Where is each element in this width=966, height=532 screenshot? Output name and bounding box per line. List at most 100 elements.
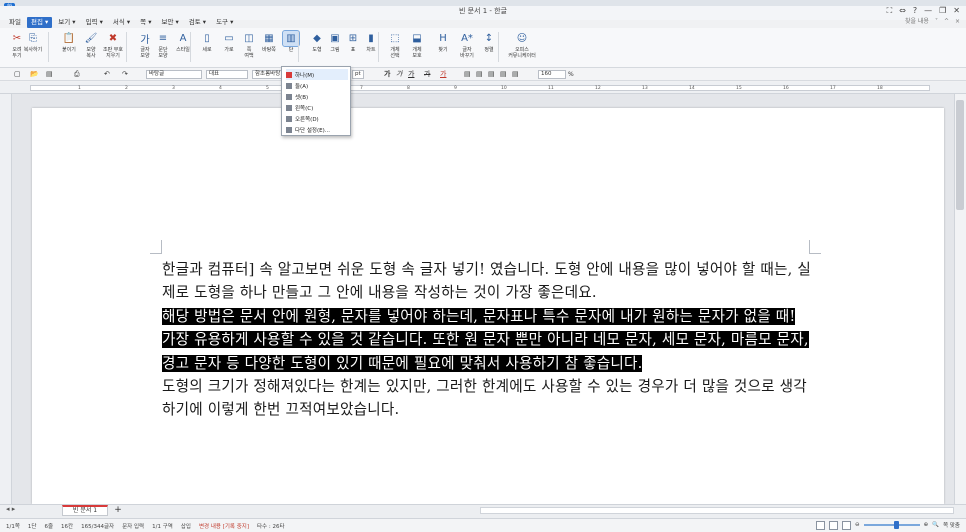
new-doc-icon[interactable]: ▢ (14, 70, 21, 79)
status-chars: 165/344글자 (81, 523, 115, 530)
print-icon[interactable]: ⎙ (74, 70, 80, 79)
add-tab-button[interactable]: + (112, 505, 124, 516)
bold-button[interactable]: 가 (384, 70, 390, 79)
ruler-tick: 18 (877, 86, 883, 91)
ribbon-label: 문단 모양 (158, 47, 168, 59)
underline-button[interactable]: 가 (408, 70, 414, 79)
document-body[interactable]: 한글과 컴퓨터] 속 알고보면 쉬운 도형 속 글자 넣기! 였습니다. 도형 … (162, 258, 812, 422)
clear-code-button[interactable]: ✖ 조판 부호 지우기 (102, 31, 124, 59)
fit-page-icon[interactable]: 🔍 (932, 522, 939, 528)
margin-button[interactable]: ◫ 쪽 여백 (238, 31, 260, 59)
columns-left-item[interactable]: 왼쪽(C) (286, 102, 348, 113)
status-insert-mode[interactable]: 삽입 (181, 522, 191, 530)
columns-dropdown: 하나(M) 둘(A) 셋(B) 왼쪽(C) 오른쪽(D) 다단 설정(E)... (281, 66, 351, 136)
margin-corner-left-h (150, 253, 162, 254)
status-page: 1/1쪽 (6, 523, 20, 530)
open-icon[interactable]: 📂 (30, 70, 39, 79)
menu-security[interactable]: 보안 ▾ (157, 17, 182, 28)
find-icon: H (439, 33, 447, 44)
format-copy-button[interactable]: 🖌 모양 복사 (80, 31, 102, 59)
landscape-icon: ▭ (224, 33, 234, 44)
columns-right-item[interactable]: 오른쪽(D) (286, 113, 348, 124)
zoom-slider-knob[interactable] (893, 521, 899, 529)
paragraph-1[interactable]: 한글과 컴퓨터] 속 알고보면 쉬운 도형 속 글자 넣기! 였습니다. 도형 … (162, 261, 811, 301)
view-normal-icon[interactable] (815, 520, 825, 530)
master-page-button[interactable]: ▦ 바탕쪽 (258, 31, 280, 53)
menu-edit[interactable]: 편집 ▾ (26, 16, 53, 28)
replace-button[interactable]: A* 글자 바꾸기 (456, 31, 478, 59)
language-select[interactable]: 대표 (206, 70, 248, 79)
zoom-out-icon[interactable]: ⊖ (855, 522, 860, 528)
save-icon[interactable]: ▤ (46, 70, 53, 79)
vertical-ruler (0, 94, 12, 504)
distribute-icon[interactable]: ▤ (512, 70, 519, 79)
landscape-button[interactable]: ▭ 가로 (218, 31, 240, 53)
columns-one-item[interactable]: 하나(M) (286, 69, 348, 80)
tab-nav-arrows[interactable]: ◂ ▸ (6, 505, 15, 513)
right-column-icon (286, 115, 292, 122)
find-button[interactable]: H 찾기 (432, 31, 454, 53)
style-icon: A (179, 33, 187, 44)
status-track-changes[interactable]: 변경 내용 [기록 중지] (199, 522, 249, 530)
ruler-track[interactable] (30, 85, 930, 91)
menu-review[interactable]: 검토 ▾ (185, 17, 210, 28)
align-center-icon[interactable]: ▤ (476, 70, 483, 79)
zoom-in-icon[interactable]: ⊕ (924, 522, 929, 528)
copy-button[interactable]: ⎘ 복사하기 (22, 31, 44, 53)
char-shape-icon: 가 (140, 35, 150, 46)
menu-format[interactable]: 서식 ▾ (109, 17, 134, 28)
horizontal-scrollbar[interactable] (480, 507, 954, 514)
margin-corner-right (809, 240, 810, 254)
redo-icon[interactable]: ↷ (122, 70, 128, 79)
vertical-scroll-thumb[interactable] (956, 100, 964, 210)
columns-three-item[interactable]: 셋(B) (286, 91, 348, 102)
view-outline-icon[interactable] (841, 520, 851, 530)
protect-object-button[interactable]: ⬓ 개체 보호 (406, 31, 428, 59)
para-shape-button[interactable]: ≡ 문단 모양 (152, 31, 174, 59)
style-select[interactable]: 바탕글 (146, 70, 202, 79)
portrait-button[interactable]: ▯ 세로 (196, 31, 218, 53)
find-box[interactable]: 찾을 내용 (905, 16, 929, 27)
menu-page[interactable]: 쪽 ▾ (136, 17, 155, 28)
undo-icon[interactable]: ↶ (104, 70, 110, 79)
strike-button[interactable]: 가 (424, 70, 430, 79)
align-left-icon[interactable]: ▤ (464, 70, 471, 79)
sort-button[interactable]: ↕ 정렬 (478, 31, 500, 53)
ruler-tick: 15 (736, 86, 742, 91)
status-line: 6줄 (44, 523, 54, 530)
select-object-button[interactable]: ⬚ 개체 선택 (384, 31, 406, 59)
fullscreen-icon[interactable]: ⛶ (887, 6, 893, 16)
zoom-fit-label[interactable]: 쪽 맞춤 (943, 521, 960, 529)
font-size-unit[interactable]: pt (352, 70, 364, 79)
menu-view[interactable]: 보기 ▾ (54, 17, 79, 28)
columns-two-item[interactable]: 둘(A) (286, 80, 348, 91)
ribbon-collapse-icon[interactable]: ^ (944, 16, 949, 27)
paste-button[interactable]: 📋 붙이기 (58, 31, 80, 53)
restore-size-icon[interactable]: ⇔ (899, 6, 906, 16)
menu-insert[interactable]: 입력 ▾ (82, 17, 107, 28)
protect-object-icon: ⬓ (412, 33, 422, 44)
ruler-tick: 4 (219, 86, 222, 91)
align-right-icon[interactable]: ▤ (488, 70, 495, 79)
columns-icon: ▥ (282, 30, 300, 47)
communicator-button[interactable]: ☺ 오피스 커뮤니케이터 (504, 31, 540, 59)
close-button[interactable]: ✕ (953, 6, 960, 16)
justify-icon[interactable]: ▤ (500, 70, 507, 79)
maximize-button[interactable]: ❐ (939, 6, 946, 16)
ribbon-label: 가로 (224, 47, 234, 53)
selected-paragraph[interactable]: 해당 방법은 문서 안에 원형, 문자를 넣어야 하는데, 문자표나 특수 문자… (162, 307, 809, 372)
paragraph-3[interactable]: 도형의 크기가 정해져있다는 한계는 있지만, 그러한 한계에도 사용할 수 있… (162, 378, 807, 418)
close-doc-icon[interactable]: × (955, 16, 960, 27)
font-color-button[interactable]: 가 (440, 70, 446, 79)
tab-document-1[interactable]: 빈 문서 1 (62, 505, 108, 516)
zoom-input[interactable]: 160 (538, 70, 566, 79)
ribbon-down-icon[interactable]: ˅ (935, 16, 938, 27)
columns-settings-item[interactable]: 다단 설정(E)... (286, 124, 348, 135)
menu-file[interactable]: 파일 (5, 17, 25, 28)
view-web-icon[interactable] (828, 520, 838, 530)
italic-button[interactable]: 가 (396, 70, 402, 79)
minimize-button[interactable]: — (924, 6, 932, 16)
zoom-slider[interactable] (863, 521, 920, 529)
menu-tools[interactable]: 도구 ▾ (212, 17, 237, 28)
help-icon[interactable]: ? (913, 6, 917, 16)
